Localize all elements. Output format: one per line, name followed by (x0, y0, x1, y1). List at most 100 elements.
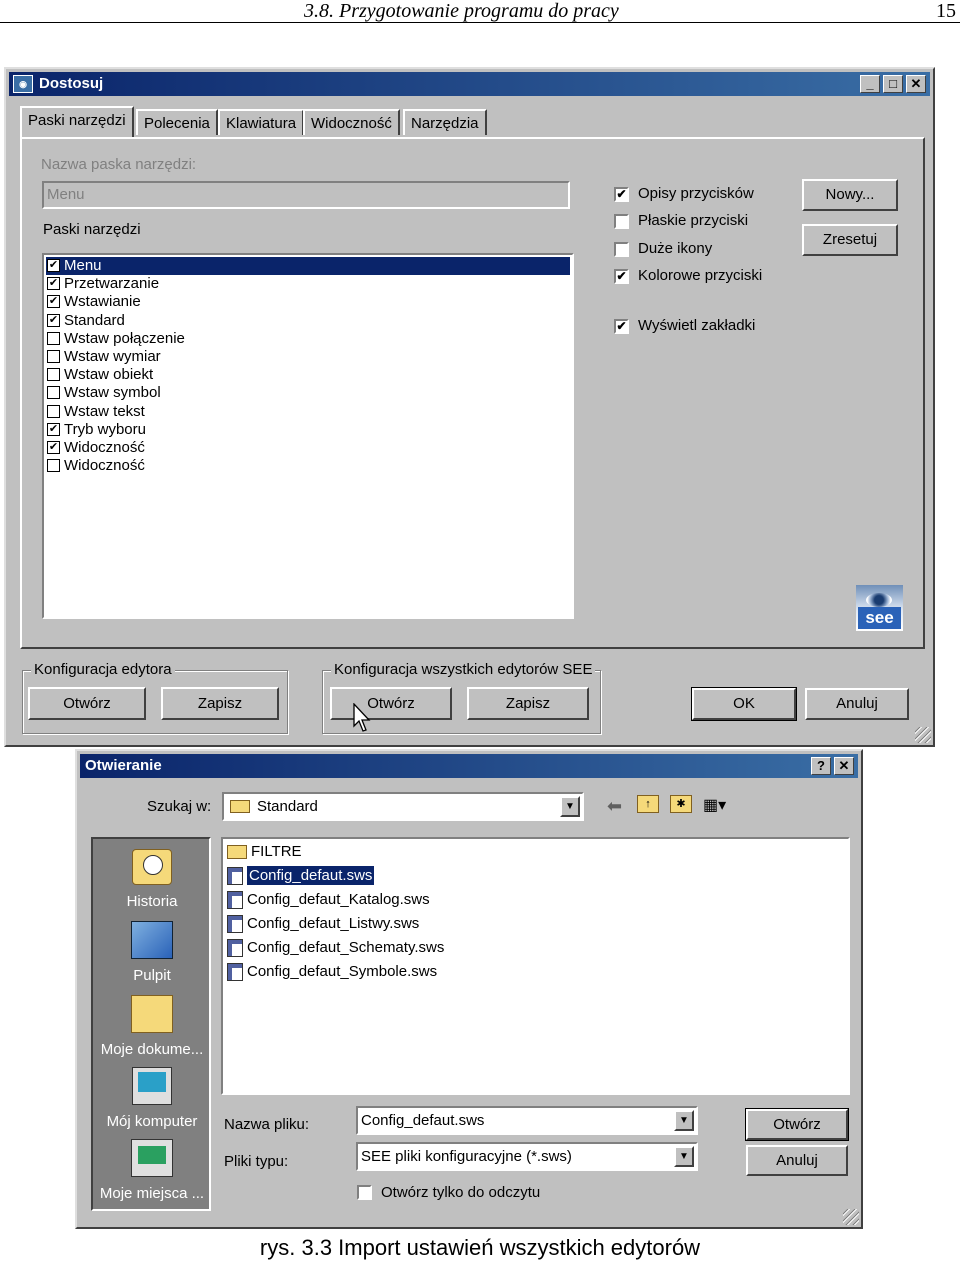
toolbar-checkbox[interactable] (47, 368, 60, 382)
filename-label: Nazwa pliku: (224, 1116, 310, 1133)
filename-value: Config_defaut.sws (361, 1112, 485, 1129)
editor-open-button[interactable]: Otwórz (28, 687, 146, 720)
eye-icon (866, 593, 892, 607)
toolbar-list-item[interactable]: Wstaw obiekt (46, 366, 570, 384)
dialog-close-button[interactable]: ✕ (834, 757, 854, 775)
toolbar-list-item[interactable]: ✔ Widoczność (46, 439, 570, 457)
folder-item[interactable]: FILTRE (227, 841, 302, 863)
chevron-down-icon[interactable]: ▼ (560, 796, 580, 817)
file-item[interactable]: Config_defaut_Symbole.sws (227, 961, 437, 983)
page-number: 15 (936, 0, 956, 22)
dostosuj-titlebar[interactable]: ◉ Dostosuj _ □ ✕ (9, 72, 930, 96)
option-checkbox[interactable]: ✔ (614, 269, 629, 284)
toolbar-list-item[interactable]: ✔ Przetwarzanie (46, 275, 570, 293)
ok-button[interactable]: OK (691, 687, 797, 721)
file-item-label: Config_defaut.sws (247, 866, 375, 885)
toolbars-list[interactable]: ✔ Menu ✔ Przetwarzanie ✔ Wstawianie ✔ Standard W… (42, 253, 574, 619)
file-list[interactable]: FILTRE Config_defaut.sws Config_defaut_Kat… (221, 837, 850, 1095)
mouse-cursor-icon (353, 703, 371, 732)
toolbar-list-item-label: Widoczność (64, 439, 145, 456)
toolbar-checkbox[interactable] (47, 459, 60, 473)
tab-klawiatura[interactable]: Klawiatura (218, 109, 305, 135)
minimize-button[interactable]: _ (860, 75, 880, 93)
option-checkbox[interactable]: ✔ (614, 187, 629, 202)
group-editor-config: Konfiguracja edytora Otwórz Zapisz (22, 661, 288, 734)
toolbar-checkbox[interactable] (47, 386, 60, 400)
file-item[interactable]: Config_defaut_Katalog.sws (227, 889, 430, 911)
toolbar-name-field[interactable]: Menu (42, 181, 570, 209)
toolbar-list-item[interactable]: Widoczność (46, 457, 570, 475)
toolbar-checkbox[interactable]: ✔ (47, 295, 60, 309)
dialog-open-button[interactable]: Otwórz (745, 1108, 849, 1141)
sws-file-icon (227, 939, 243, 958)
toolbar-list-item[interactable]: Wstaw wymiar (46, 348, 570, 366)
tab-paski-narzedzi[interactable]: Paski narzędzi (20, 106, 134, 137)
place-historia[interactable]: Historia (93, 845, 211, 913)
file-item[interactable]: Config_defaut_Schematy.sws (227, 937, 444, 959)
cancel-button[interactable]: Anuluj (805, 688, 909, 720)
file-item[interactable]: Config_defaut_Listwy.sws (227, 913, 419, 935)
look-in-combo[interactable]: Standard ▼ (222, 792, 584, 821)
toolbar-list-item[interactable]: ✔ Tryb wyboru (46, 421, 570, 439)
toolbar-list-item[interactable]: ✔ Menu (46, 257, 570, 275)
place-moj-komputer[interactable]: Mój komputer (93, 1065, 211, 1133)
toolbar-list-item-label: Wstaw symbol (64, 384, 161, 402)
filetype-chevron-down-icon[interactable]: ▼ (674, 1146, 694, 1167)
toolbar-list-item-label: Wstaw obiekt (64, 366, 154, 384)
filetype-combo[interactable]: SEE pliki konfiguracyjne (*.sws) ▼ (356, 1142, 698, 1171)
view-menu-icon[interactable]: ▦▾ (703, 795, 726, 815)
page-header-title: 3.8. Przygotowanie programu do pracy (304, 0, 619, 22)
new-toolbar-button[interactable]: Nowy... (802, 179, 898, 211)
back-icon[interactable]: ⬅ (607, 796, 622, 817)
readonly-checkbox[interactable] (357, 1185, 372, 1200)
toolbar-checkbox[interactable] (47, 331, 60, 345)
option-checkbox[interactable]: ✔ (614, 319, 629, 334)
all-editors-open-button[interactable]: Otwórz (330, 687, 452, 720)
app-logo-icon: ◉ (13, 75, 33, 93)
option-checkbox[interactable] (614, 214, 629, 229)
toolbar-checkbox[interactable]: ✔ (47, 277, 60, 291)
resize-grip-icon[interactable] (915, 727, 931, 743)
tab-polecenia[interactable]: Polecenia (136, 109, 218, 135)
toolbar-list-item[interactable]: ✔ Wstawianie (46, 293, 570, 311)
toolbar-checkbox[interactable]: ✔ (47, 259, 60, 272)
place-moje-dokumenty[interactable]: Moje dokume... (93, 993, 211, 1061)
place-moj-komputer-label: Mój komputer (106, 1113, 198, 1130)
toolbar-list-item[interactable]: Wstaw symbol (46, 384, 570, 402)
toolbar-list-item[interactable]: Wstaw połączenie (46, 330, 570, 348)
filetype-label: Pliki typu: (224, 1153, 289, 1170)
file-item[interactable]: Config_defaut.sws (227, 865, 375, 887)
all-editors-save-button[interactable]: Zapisz (467, 687, 589, 720)
tab-narzedzia[interactable]: Narzędzia (403, 109, 487, 135)
tab-widocznosc[interactable]: Widoczność (303, 109, 400, 135)
close-button[interactable]: ✕ (906, 75, 926, 93)
toolbar-checkbox[interactable] (47, 404, 60, 418)
dialog-resize-grip-icon[interactable] (843, 1209, 859, 1225)
toolbar-list-item-label: Tryb wyboru (64, 420, 146, 438)
help-button[interactable]: ? (811, 757, 831, 775)
maximize-button[interactable]: □ (883, 75, 903, 93)
sws-file-icon (227, 963, 243, 982)
toolbar-list-item[interactable]: Wstaw tekst (46, 403, 570, 421)
place-moje-miejsca[interactable]: Moje miejsca ... (93, 1137, 211, 1205)
toolbar-checkbox[interactable]: ✔ (47, 441, 60, 454)
history-icon (132, 849, 172, 885)
reset-toolbar-button[interactable]: Zresetuj (802, 224, 898, 256)
toolbar-checkbox[interactable] (47, 350, 60, 363)
new-folder-icon[interactable]: ✱ (670, 795, 692, 813)
up-folder-icon[interactable]: ↑ (637, 795, 659, 813)
toolbar-list-item[interactable]: ✔ Standard (46, 312, 570, 330)
editor-save-button[interactable]: Zapisz (161, 687, 279, 720)
dialog-cancel-button[interactable]: Anuluj (746, 1145, 848, 1176)
dostosuj-title: Dostosuj (39, 75, 104, 92)
otwieranie-titlebar[interactable]: Otwieranie ? ✕ (80, 754, 858, 778)
group-all-editors-config: Konfiguracja wszystkich edytorów SEE Otw… (322, 661, 601, 734)
filename-chevron-down-icon[interactable]: ▼ (674, 1110, 694, 1131)
toolbar-checkbox[interactable]: ✔ (47, 313, 60, 327)
toolbar-name-value: Menu (47, 186, 85, 203)
group-editor-config-label: Konfiguracja edytora (31, 661, 175, 678)
filename-combo[interactable]: Config_defaut.sws ▼ (356, 1106, 698, 1135)
place-pulpit[interactable]: Pulpit (93, 919, 211, 987)
option-checkbox[interactable] (614, 242, 629, 257)
toolbar-checkbox[interactable]: ✔ (47, 422, 60, 436)
